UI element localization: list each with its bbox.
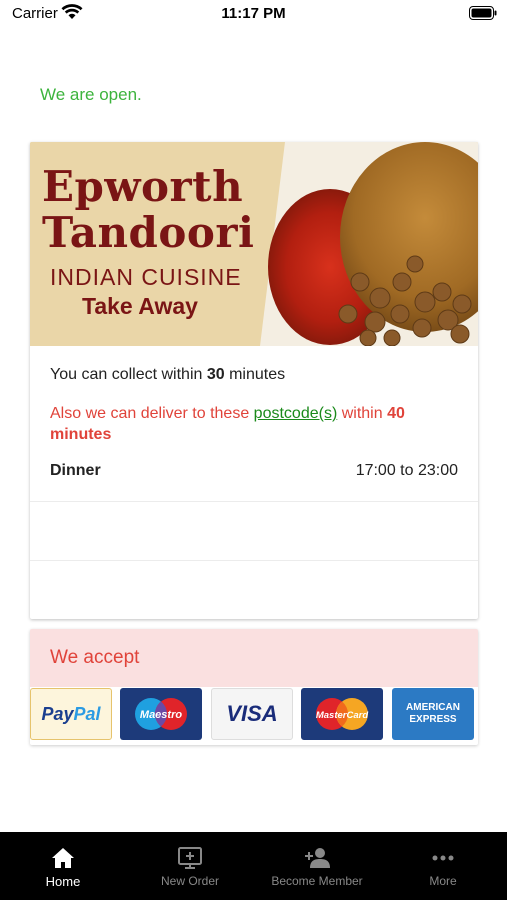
- payment-header: We accept: [30, 629, 478, 687]
- restaurant-subtitle: INDIAN CUISINE: [50, 264, 242, 290]
- restaurant-card: Epworth Tandoori INDIAN CUISINE Take Awa…: [30, 142, 478, 619]
- mastercard-logo: MasterCard: [301, 688, 383, 740]
- maestro-logo: Maestro: [120, 688, 202, 740]
- amex-text-2: EXPRESS: [409, 714, 457, 725]
- delivery-middle: within: [337, 405, 388, 422]
- add-person-icon: [305, 848, 330, 868]
- restaurant-tagline: Take Away: [82, 293, 198, 319]
- tab-label-new-order: New Order: [160, 874, 219, 888]
- payment-title: We accept: [50, 647, 140, 668]
- tab-new-order[interactable]: New Order: [127, 832, 253, 900]
- payment-card: We accept Pay Pal Maestro VISA MasterCard…: [30, 629, 478, 745]
- divider: [30, 560, 478, 561]
- tab-label-become-member: Become Member: [271, 874, 363, 888]
- battery-icon: [469, 6, 497, 20]
- paypal-text-2: Pal: [73, 703, 101, 724]
- paypal-text-1: Pay: [41, 703, 74, 724]
- maestro-text: Maestro: [140, 709, 182, 721]
- mastercard-icon: MasterCard: [316, 698, 368, 730]
- visa-logo: VISA: [211, 688, 293, 740]
- hours-time: 17:00 to 23:00: [355, 462, 458, 479]
- more-dots-icon: [432, 855, 454, 861]
- hours-label: Dinner: [50, 462, 101, 479]
- maestro-icon: Maestro: [135, 698, 187, 730]
- restaurant-banner: Epworth Tandoori INDIAN CUISINE Take Awa…: [30, 142, 478, 346]
- collect-info: You can collect within 30 minutes: [50, 366, 285, 384]
- amex-text-1: AMERICAN: [406, 702, 460, 713]
- new-order-icon: [178, 847, 202, 869]
- restaurant-name-line1: Epworth: [42, 162, 244, 211]
- open-status: We are open.: [40, 85, 142, 104]
- delivery-prefix: Also we can deliver to these: [50, 405, 254, 422]
- restaurant-name-line2: Tandoori: [42, 208, 255, 257]
- postcodes-link[interactable]: postcode(s): [254, 405, 338, 422]
- status-bar: Carrier 11:17 PM: [0, 0, 507, 30]
- delivery-info: Also we can deliver to these postcode(s)…: [50, 403, 460, 445]
- tab-home[interactable]: Home: [0, 832, 126, 900]
- collect-prefix: You can collect within: [50, 366, 207, 383]
- tab-more[interactable]: More: [380, 832, 506, 900]
- tab-label-more: More: [429, 874, 457, 888]
- tab-bar: Home New Order Become Member More: [0, 832, 507, 900]
- divider: [30, 501, 478, 502]
- collect-minutes: 30: [206, 366, 225, 383]
- collect-suffix: minutes: [224, 366, 286, 383]
- tab-become-member[interactable]: Become Member: [254, 832, 380, 900]
- amex-logo: AMERICAN EXPRESS: [392, 688, 474, 740]
- home-icon: [52, 848, 74, 868]
- mastercard-text: MasterCard: [316, 710, 368, 721]
- clock: 11:17 PM: [221, 5, 286, 22]
- paypal-logo: Pay Pal: [30, 688, 112, 740]
- tab-label-home: Home: [45, 874, 81, 889]
